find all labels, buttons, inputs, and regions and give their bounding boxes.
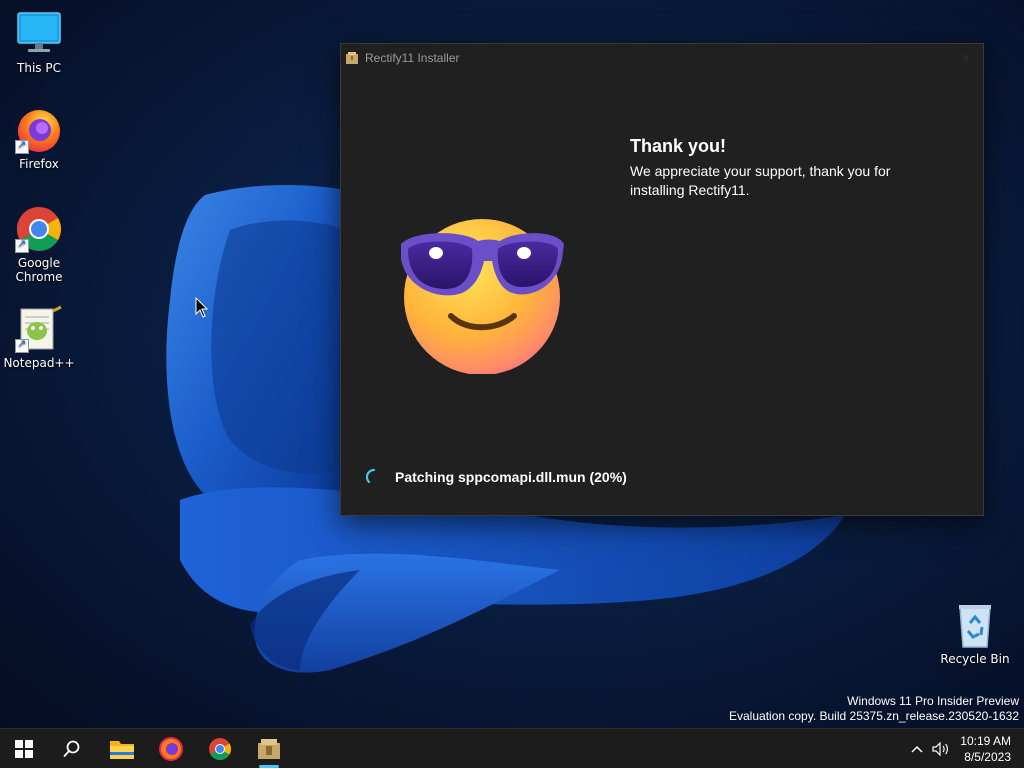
taskbar-chrome[interactable] — [200, 729, 240, 769]
desktop-icon-this-pc[interactable]: This PC — [1, 10, 77, 75]
thank-you-message: We appreciate your support, thank you fo… — [630, 163, 891, 198]
watermark-edition: Windows 11 Pro Insider Preview — [847, 694, 1019, 708]
desktop-icon-label: Notepad++ — [3, 356, 75, 370]
desktop-icon-label: This PC — [17, 61, 61, 75]
desktop-icon-label: Google Chrome — [15, 256, 63, 284]
watermark-build: Evaluation copy. Build 25375.zn_release.… — [729, 709, 1019, 723]
status-text: Patching sppcomapi.dll.mun (20%) — [395, 469, 627, 485]
system-tray: 10:19 AM 8/5/2023 — [906, 729, 1024, 769]
desktop: This PC Firefox — [0, 0, 1024, 728]
window-title: Rectify11 Installer — [365, 51, 460, 65]
file-explorer-icon — [110, 741, 134, 759]
desktop-icon-notepadpp[interactable]: Notepad++ — [1, 305, 77, 370]
clock[interactable]: 10:19 AM 8/5/2023 — [960, 733, 1024, 765]
firefox-icon — [159, 737, 183, 761]
desktop-icon-label: Recycle Bin — [940, 652, 1010, 666]
mouse-cursor-icon — [195, 297, 209, 318]
close-icon: ✕ — [960, 51, 972, 65]
taskbar-rectify11-installer[interactable] — [249, 729, 289, 769]
desktop-icon-recycle-bin[interactable]: Recycle Bin — [937, 601, 1013, 666]
thank-you-heading: Thank you! — [630, 136, 727, 156]
clock-date: 8/5/2023 — [964, 750, 1011, 764]
volume-button[interactable] — [928, 729, 954, 769]
desktop-icon-google-chrome[interactable]: Google Chrome — [1, 205, 77, 284]
search-icon — [63, 740, 80, 757]
shortcut-arrow-icon — [15, 337, 29, 353]
desktop-icon-label: Firefox — [19, 157, 59, 171]
chevron-up-icon — [911, 745, 923, 753]
rectify11-app-icon — [346, 52, 358, 64]
start-button[interactable] — [4, 729, 44, 769]
shortcut-arrow-icon — [15, 237, 29, 253]
taskbar: 10:19 AM 8/5/2023 — [0, 728, 1024, 768]
install-status: Patching sppcomapi.dll.mun (20%) — [365, 468, 627, 486]
window-titlebar[interactable]: Rectify11 Installer — [341, 44, 983, 72]
chrome-icon — [209, 738, 231, 760]
firefox-icon — [15, 106, 63, 154]
taskbar-firefox[interactable] — [151, 729, 191, 769]
chrome-icon — [15, 205, 63, 253]
windows-watermark: Windows 11 Pro Insider Preview Evaluatio… — [729, 694, 1019, 724]
sunglasses-emoji-icon — [401, 219, 564, 374]
start-icon — [15, 740, 33, 758]
progress-spinner-icon — [365, 468, 376, 484]
this-pc-icon — [15, 10, 63, 58]
installer-window[interactable]: Rectify11 Installer ✕ Thank you! We appr… — [340, 43, 984, 516]
rectify11-installer-icon — [258, 739, 280, 759]
notepadpp-icon — [15, 305, 63, 353]
show-hidden-icons-button[interactable] — [906, 729, 928, 769]
taskbar-file-explorer[interactable] — [102, 729, 142, 769]
search-button[interactable] — [52, 729, 92, 769]
close-button[interactable]: ✕ — [955, 48, 977, 68]
shortcut-arrow-icon — [15, 138, 29, 154]
desktop-icon-firefox[interactable]: Firefox — [1, 106, 77, 171]
recycle-bin-icon — [951, 601, 999, 649]
clock-time: 10:19 AM — [960, 734, 1011, 748]
volume-icon — [932, 742, 949, 756]
